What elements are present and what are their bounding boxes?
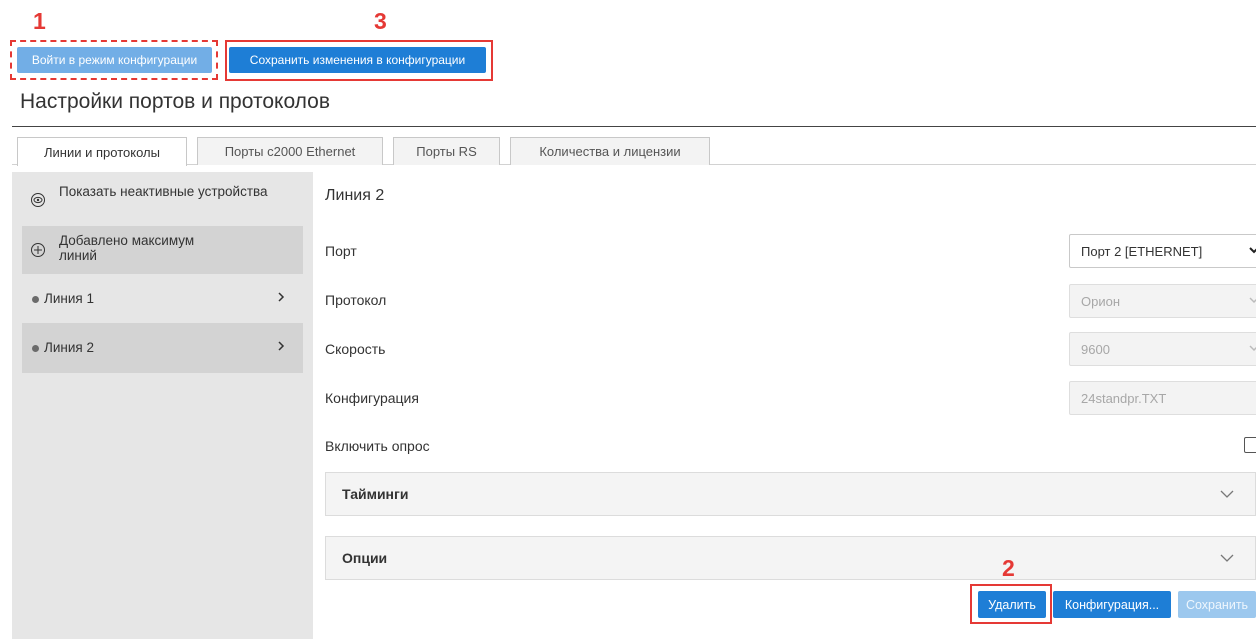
annotation-number-2: 2 (1002, 555, 1015, 581)
tab-c2000-ethernet-ports[interactable]: Порты с2000 Ethernet (197, 137, 383, 165)
protocol-label: Протокол (325, 292, 387, 308)
sidebar-item-line-2[interactable]: Линия 2 (22, 323, 303, 373)
configuration-field: 24standpr.TXT (1069, 381, 1256, 415)
timings-accordion[interactable]: Тайминги (325, 472, 1256, 516)
tab-counts-licenses[interactable]: Количества и лицензии (510, 137, 710, 165)
tab-rs-ports[interactable]: Порты RS (393, 137, 500, 165)
chevron-down-icon (1248, 342, 1256, 357)
annotation-number-1: 1 (33, 8, 46, 34)
page-title: Настройки портов и протоколов (20, 90, 330, 113)
chevron-down-icon (1248, 294, 1256, 309)
port-label: Порт (325, 243, 357, 259)
timings-accordion-label: Тайминги (342, 486, 409, 502)
port-select[interactable]: Порт 2 [ETHERNET] (1069, 234, 1256, 268)
speed-select: 9600 (1069, 332, 1256, 366)
configuration-field-value: 24standpr.TXT (1081, 390, 1167, 406)
eye-icon (31, 193, 45, 207)
speed-label: Скорость (325, 341, 386, 357)
polling-checkbox[interactable] (1244, 437, 1256, 453)
chevron-right-icon (277, 339, 285, 355)
speed-select-value: 9600 (1081, 341, 1110, 357)
chevron-down-icon (1219, 551, 1235, 565)
configuration-label: Конфигурация (325, 390, 419, 406)
line-detail-title: Линия 2 (325, 187, 385, 204)
sidebar-item-line-1-label: Линия 1 (44, 291, 94, 306)
add-line-label: Добавлено максимум линий (59, 233, 195, 263)
options-accordion[interactable]: Опции (325, 536, 1256, 580)
add-line-item: Добавлено максимум линий (22, 226, 303, 274)
protocol-select-value: Орион (1081, 293, 1121, 309)
options-accordion-label: Опции (342, 550, 388, 566)
polling-label: Включить опрос (325, 438, 430, 454)
chevron-right-icon (277, 290, 285, 306)
save-line-button: Сохранить (1178, 591, 1256, 618)
title-divider (12, 126, 1256, 127)
plus-circle-icon (31, 243, 45, 257)
delete-button[interactable]: Удалить (978, 591, 1046, 618)
chevron-down-icon (1248, 244, 1256, 259)
port-select-value: Порт 2 [ETHERNET] (1081, 243, 1203, 259)
status-dot (32, 296, 39, 303)
sidebar-item-line-2-label: Линия 2 (44, 340, 94, 355)
show-inactive-devices-item[interactable]: Показать неактивные устройства (22, 177, 303, 222)
sidebar: Показать неактивные устройства Добавлено… (12, 172, 313, 639)
save-config-changes-button[interactable]: Сохранить изменения в конфигурации (229, 47, 486, 73)
enter-config-mode-button[interactable]: Войти в режим конфигурации (17, 47, 212, 73)
sidebar-item-line-1[interactable]: Линия 1 (22, 276, 303, 322)
chevron-down-icon (1219, 487, 1235, 501)
annotation-number-3: 3 (374, 8, 387, 34)
tab-lines-protocols[interactable]: Линии и протоколы (17, 137, 187, 166)
status-dot (32, 345, 39, 352)
protocol-select: Орион (1069, 284, 1256, 318)
configuration-button[interactable]: Конфигурация... (1053, 591, 1171, 618)
show-inactive-devices-label: Показать неактивные устройства (59, 184, 268, 199)
